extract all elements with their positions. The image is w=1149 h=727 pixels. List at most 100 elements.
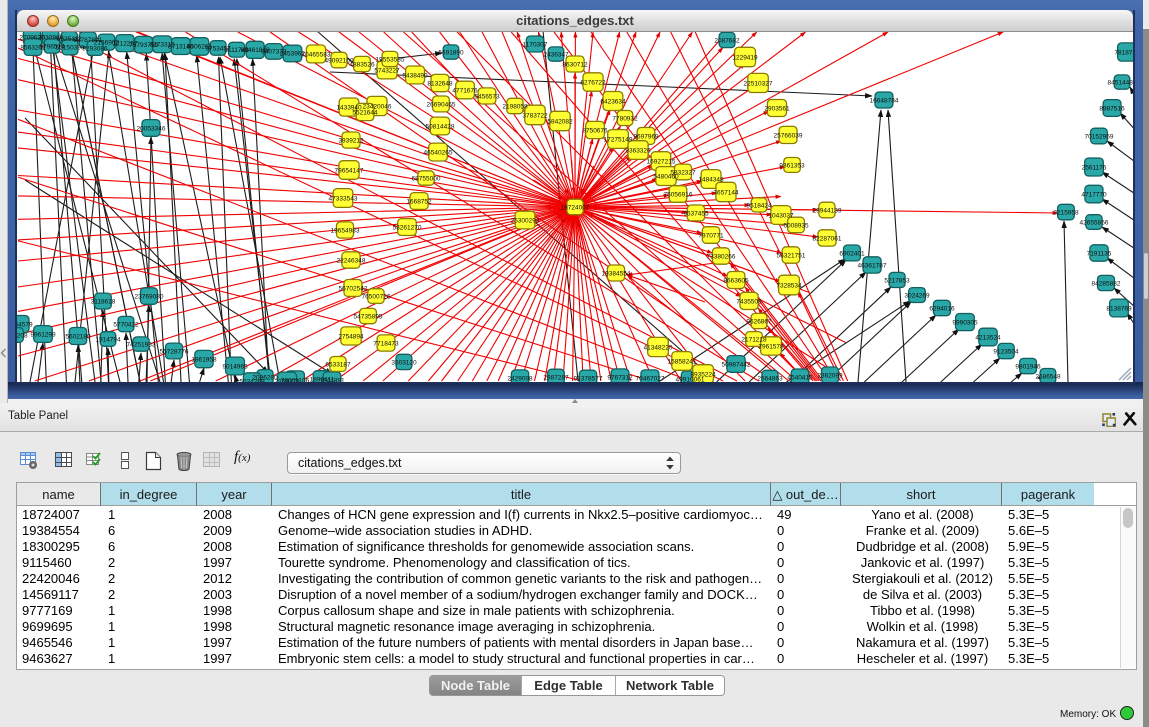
svg-text:15858241: 15858241 [668, 358, 697, 365]
svg-text:7970771: 7970771 [698, 232, 724, 239]
svg-text:56702542: 56702542 [339, 285, 368, 292]
svg-text:42655866: 42655866 [1080, 219, 1109, 226]
svg-text:3503120: 3503120 [391, 359, 417, 366]
svg-text:9123504: 9123504 [993, 348, 1019, 355]
svg-text:6071208: 6071208 [17, 332, 28, 339]
svg-text:4540415: 4540415 [787, 374, 813, 381]
svg-text:8935224: 8935224 [690, 371, 716, 378]
svg-text:75056916: 75056916 [664, 191, 693, 198]
svg-text:23769080: 23769080 [135, 293, 164, 300]
svg-text:29944139: 29944139 [813, 207, 842, 214]
svg-text:2362099: 2362099 [817, 372, 843, 379]
svg-text:5456573: 5456573 [474, 93, 500, 100]
svg-text:5770422: 5770422 [113, 321, 139, 328]
svg-text:1170307: 1170307 [523, 41, 548, 48]
svg-text:4213524: 4213524 [975, 334, 1001, 341]
svg-text:2987287: 2987287 [543, 374, 569, 381]
svg-text:19553585: 19553585 [376, 56, 405, 63]
svg-text:76500726: 76500726 [362, 293, 391, 300]
svg-text:50814428: 50814428 [426, 123, 455, 130]
svg-text:9361353: 9361353 [779, 162, 805, 169]
svg-text:6533187: 6533187 [325, 361, 351, 368]
svg-text:22246348: 22246348 [337, 257, 366, 264]
svg-text:7435505: 7435505 [736, 298, 762, 305]
svg-text:22510327: 22510327 [744, 80, 773, 87]
svg-text:5832327: 5832327 [670, 169, 696, 176]
svg-text:26690465: 26690465 [427, 101, 456, 108]
svg-text:2171218: 2171218 [741, 336, 767, 343]
svg-text:5438490: 5438490 [402, 72, 428, 79]
svg-text:2664863: 2664863 [757, 375, 783, 382]
svg-text:19384554: 19384554 [602, 270, 631, 277]
svg-text:2198058: 2198058 [502, 103, 528, 110]
svg-text:1668752: 1668752 [406, 198, 432, 205]
svg-text:3215958: 3215958 [1053, 209, 1079, 216]
svg-text:16648784: 16648784 [870, 97, 899, 104]
svg-text:3939212: 3939212 [338, 137, 364, 144]
svg-text:70152969: 70152969 [1085, 133, 1114, 140]
svg-text:9363326: 9363326 [625, 147, 651, 154]
svg-text:3783722: 3783722 [522, 112, 548, 119]
svg-text:9537455: 9537455 [683, 210, 709, 217]
svg-text:3024269: 3024269 [904, 292, 930, 299]
svg-text:7054579: 7054579 [17, 321, 33, 328]
svg-text:5842082: 5842082 [547, 118, 573, 125]
svg-text:46540265: 46540265 [424, 149, 453, 156]
svg-text:9526867: 9526867 [746, 318, 772, 325]
svg-text:9990305: 9990305 [952, 319, 978, 326]
svg-text:7780932: 7780932 [612, 115, 638, 122]
svg-text:8750676: 8750676 [582, 127, 608, 134]
svg-text:1043037: 1043037 [768, 212, 794, 219]
svg-text:4717770: 4717770 [1081, 191, 1107, 198]
svg-text:9697969: 9697969 [633, 133, 659, 140]
svg-text:5521644: 5521644 [352, 109, 378, 116]
svg-text:6276722: 6276722 [580, 79, 606, 86]
svg-text:20053346: 20053346 [137, 125, 166, 132]
svg-text:2087682: 2087682 [714, 37, 740, 44]
svg-text:7191135: 7191135 [1087, 250, 1112, 257]
svg-text:6423634: 6423634 [600, 98, 626, 105]
svg-text:2903561: 2903561 [764, 105, 790, 112]
svg-text:16927215: 16927215 [647, 158, 676, 165]
svg-text:5602180: 5602180 [65, 333, 91, 340]
svg-text:5691890: 5691890 [438, 49, 464, 56]
svg-text:6008935: 6008935 [783, 222, 809, 229]
svg-text:79654147: 79654147 [335, 167, 364, 174]
svg-text:8663605: 8663605 [723, 277, 749, 284]
svg-text:3657144: 3657144 [713, 189, 739, 196]
svg-text:1914794: 1914794 [95, 336, 121, 343]
svg-text:55150390: 55150390 [56, 44, 85, 51]
svg-text:5743227: 5743227 [374, 67, 400, 74]
svg-text:7718473: 7718473 [373, 340, 399, 347]
svg-text:2561176: 2561176 [1082, 164, 1107, 171]
svg-text:2686548: 2686548 [1035, 373, 1061, 380]
svg-text:7961578: 7961578 [758, 343, 784, 350]
svg-text:7818732: 7818732 [1114, 49, 1133, 56]
svg-text:68755000: 68755000 [412, 175, 441, 182]
svg-text:6294016: 6294016 [929, 305, 955, 312]
svg-text:9014965: 9014965 [222, 363, 248, 370]
svg-text:2429098: 2429098 [507, 375, 533, 382]
svg-text:6902401: 6902401 [839, 250, 865, 257]
svg-text:17275149: 17275149 [604, 136, 633, 143]
svg-text:5217853: 5217853 [884, 277, 910, 284]
svg-text:9961299: 9961299 [30, 331, 56, 338]
svg-text:47333543: 47333543 [329, 195, 358, 202]
svg-text:1229419: 1229419 [732, 54, 758, 61]
svg-text:19654983: 19654983 [331, 227, 360, 234]
svg-text:84285882: 84285882 [1092, 280, 1121, 287]
svg-text:55728776: 55728776 [160, 348, 189, 355]
svg-text:25300293: 25300293 [511, 217, 540, 224]
svg-text:82287061: 82287061 [813, 235, 842, 242]
svg-text:25766039: 25766039 [774, 132, 803, 139]
svg-text:8132648: 8132648 [427, 80, 453, 87]
svg-text:73380266: 73380266 [707, 253, 736, 260]
svg-text:2436347: 2436347 [543, 51, 569, 58]
svg-text:54735895: 54735895 [354, 313, 383, 320]
svg-text:84514489: 84514489 [1108, 79, 1133, 86]
svg-text:70467027: 70467027 [636, 375, 665, 382]
svg-text:4883526: 4883526 [349, 61, 375, 68]
svg-text:7328534: 7328534 [776, 282, 802, 289]
svg-text:8630712: 8630712 [562, 61, 588, 68]
svg-text:53261270: 53261270 [393, 224, 422, 231]
